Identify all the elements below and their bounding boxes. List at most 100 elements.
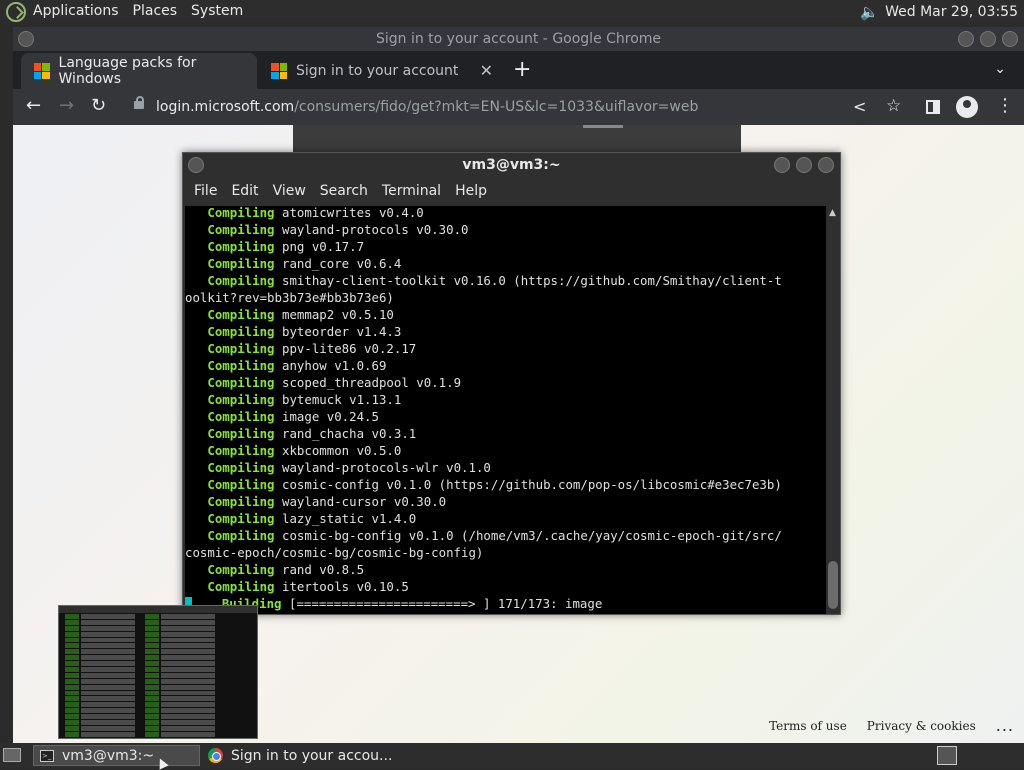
terminal-line: Compiling rand v0.8.5 xyxy=(185,561,829,578)
signin-card xyxy=(293,125,741,153)
thumbnail-line xyxy=(65,720,215,725)
browser-toolbar: ← → ↻ login.microsoft.com/consumers/fido… xyxy=(13,89,1024,125)
thumbnail-line xyxy=(65,672,215,678)
workspace-switcher[interactable] xyxy=(937,746,957,765)
terminal-output[interactable]: Compiling atomicwrites v0.4.0 Compiling … xyxy=(185,206,829,614)
thumbnail-line xyxy=(65,643,215,649)
window-menu-button[interactable] xyxy=(18,31,34,47)
taskbar-chrome-label: Sign in to your accou... xyxy=(231,747,393,764)
minimize-button[interactable] xyxy=(958,31,974,47)
menu-search[interactable]: Search xyxy=(313,183,375,199)
more-options-icon[interactable]: ... xyxy=(996,716,1014,735)
applications-menu[interactable]: Applications xyxy=(26,0,126,23)
terminal-line: Compiling wayland-cursor v0.30.0 xyxy=(185,493,829,510)
kebab-menu-icon[interactable]: ⋮ xyxy=(996,95,1014,116)
terminal-text: cosmic-epoch/cosmic-bg/cosmic-bg-config) xyxy=(185,545,484,560)
thumbnail-line xyxy=(65,696,215,702)
show-desktop-icon[interactable] xyxy=(3,748,21,762)
workspace-preview-thumbnail[interactable] xyxy=(58,605,258,739)
thumbnail-line xyxy=(65,690,215,696)
menu-help[interactable]: Help xyxy=(448,183,494,199)
profile-avatar-icon[interactable] xyxy=(956,96,978,118)
terminal-keyword: Compiling xyxy=(185,256,275,271)
maximize-button[interactable] xyxy=(980,31,996,47)
terminal-keyword: Compiling xyxy=(185,239,275,254)
terminal-line: Compiling image v0.24.5 xyxy=(185,408,829,425)
microsoft-logo-icon xyxy=(34,63,50,79)
terminal-text: rand_core v0.6.4 xyxy=(274,256,402,271)
system-menu[interactable]: System xyxy=(184,0,250,23)
terminal-text: wayland-protocols v0.30.0 xyxy=(274,222,469,237)
terminal-text: itertools v0.10.5 xyxy=(274,579,409,594)
thumbnail-line xyxy=(65,731,215,737)
terminal-icon: >_ xyxy=(40,749,54,762)
terminal-keyword: Compiling xyxy=(185,273,275,288)
terminal-line: Building [=======================> ] 171… xyxy=(185,595,829,612)
terminal-keyword: Compiling xyxy=(185,307,275,322)
volume-icon[interactable]: 🔈 xyxy=(860,3,879,21)
bottom-taskbar: >_ vm3@vm3:~ Sign in to your accou... xyxy=(0,743,1024,768)
terminal-line: Compiling itertools v0.10.5 xyxy=(185,578,829,595)
terminal-keyword: Compiling xyxy=(185,222,275,237)
tab-sign-in[interactable]: Sign in to your account ✕ xyxy=(263,53,499,89)
tab-strip: Language packs for Windows Sign in to yo… xyxy=(13,51,1024,89)
bookmark-star-icon[interactable]: ☆ xyxy=(886,96,901,116)
distro-logo-icon[interactable] xyxy=(6,1,26,22)
microsoft-logo-icon xyxy=(271,63,287,79)
thumbnail-line xyxy=(65,708,215,714)
menu-view[interactable]: View xyxy=(266,183,313,199)
terminal-text: [=======================> ] 171/173: ima… xyxy=(281,596,603,611)
terminal-line: Compiling smithay-client-toolkit v0.16.0… xyxy=(185,272,829,289)
terminal-lines: Compiling atomicwrites v0.4.0 Compiling … xyxy=(185,206,829,612)
menu-file[interactable]: File xyxy=(187,183,224,199)
thumbnail-line xyxy=(65,625,215,631)
terminal-keyword: Compiling xyxy=(185,477,275,492)
menu-terminal[interactable]: Terminal xyxy=(375,183,448,199)
terminal-line: Compiling png v0.17.7 xyxy=(185,238,829,255)
lock-icon[interactable] xyxy=(134,96,144,109)
privacy-cookies-link[interactable]: Privacy & cookies xyxy=(867,719,976,733)
terminal-line: Compiling ppv-lite86 v0.2.17 xyxy=(185,340,829,357)
chrome-window-title: Sign in to your account - Google Chrome xyxy=(375,31,662,47)
scroll-up-arrow-icon[interactable]: ▲ xyxy=(829,208,836,218)
scroll-thumb[interactable] xyxy=(828,561,838,609)
maximize-button[interactable] xyxy=(796,157,812,173)
share-icon[interactable]: < xyxy=(853,97,866,116)
back-arrow-icon[interactable]: ← xyxy=(26,95,41,116)
terminal-text: cosmic-config v0.1.0 (https://github.com… xyxy=(274,477,782,492)
terms-of-use-link[interactable]: Terms of use xyxy=(769,719,847,733)
thumbnail-lines xyxy=(59,614,257,737)
window-menu-button[interactable] xyxy=(188,157,204,173)
url-host: login.microsoft.com xyxy=(156,99,295,115)
close-window-button[interactable] xyxy=(818,157,834,173)
new-tab-button[interactable]: + xyxy=(513,57,531,82)
side-panel-icon[interactable] xyxy=(926,100,940,114)
chrome-titlebar[interactable]: Sign in to your account - Google Chrome xyxy=(13,27,1024,51)
terminal-titlebar[interactable]: vm3@vm3:~ xyxy=(183,153,840,177)
close-tab-icon[interactable]: ✕ xyxy=(480,61,493,80)
tab-search-chevron-icon[interactable]: ⌄ xyxy=(994,61,1006,77)
terminal-text: atomicwrites v0.4.0 xyxy=(274,206,424,220)
clock[interactable]: Wed Mar 29, 03:55 xyxy=(885,4,1018,20)
terminal-line: Compiling memmap2 v0.5.10 xyxy=(185,306,829,323)
tab-label: Sign in to your account xyxy=(296,63,459,79)
tab-language-packs[interactable]: Language packs for Windows xyxy=(21,53,257,89)
terminal-text: byteorder v1.4.3 xyxy=(274,324,402,339)
terminal-line: Compiling wayland-protocols-wlr v0.1.0 xyxy=(185,459,829,476)
terminal-text: ppv-lite86 v0.2.17 xyxy=(274,341,417,356)
reload-icon[interactable]: ↻ xyxy=(91,95,106,116)
menu-edit[interactable]: Edit xyxy=(224,183,265,199)
terminal-line: Compiling rand_chacha v0.3.1 xyxy=(185,425,829,442)
taskbar-chrome-button[interactable]: Sign in to your accou... xyxy=(204,745,464,766)
terminal-line: Compiling byteorder v1.4.3 xyxy=(185,323,829,340)
close-window-button[interactable] xyxy=(1002,31,1018,47)
top-panel: Applications Places System 🔈 Wed Mar 29,… xyxy=(0,0,1024,23)
places-menu[interactable]: Places xyxy=(126,0,185,23)
minimize-button[interactable] xyxy=(774,157,790,173)
terminal-text: memmap2 v0.5.10 xyxy=(274,307,394,322)
forward-arrow-icon[interactable]: → xyxy=(59,95,74,116)
address-bar[interactable]: login.microsoft.com/consumers/fido/get?m… xyxy=(126,92,952,122)
terminal-scrollbar[interactable]: ▲ xyxy=(826,206,840,614)
terminal-window-title: vm3@vm3:~ xyxy=(462,157,561,173)
taskbar-terminal-button[interactable]: >_ vm3@vm3:~ xyxy=(33,745,200,766)
